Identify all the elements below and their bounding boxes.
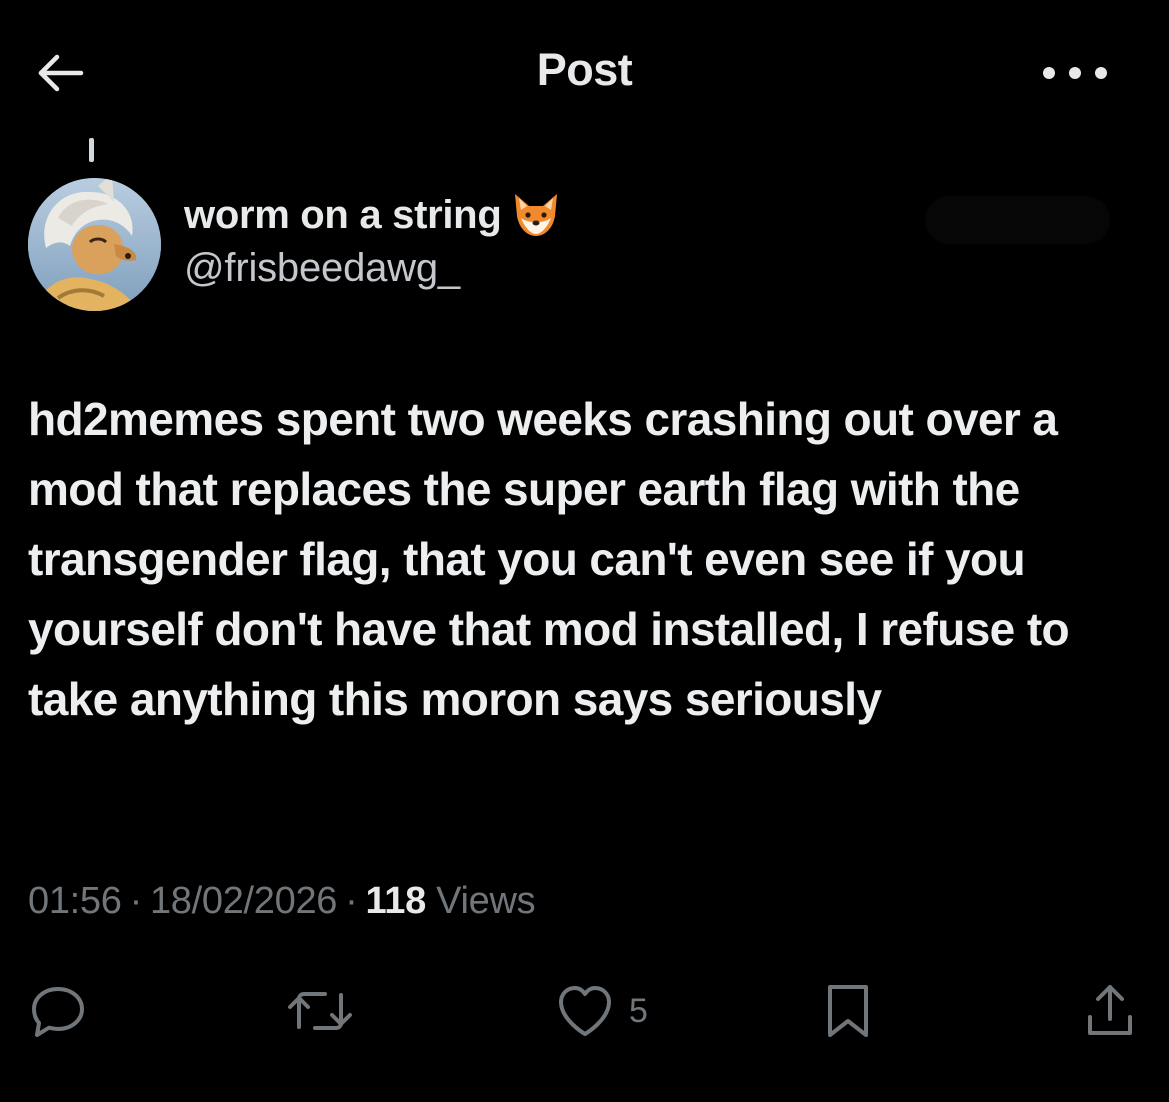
share-icon bbox=[1080, 981, 1140, 1041]
thread-connector-line bbox=[89, 138, 94, 162]
fox-emoji-icon bbox=[511, 192, 561, 238]
repost-icon bbox=[285, 981, 355, 1041]
post-date[interactable]: 18/02/2026 bbox=[150, 880, 337, 922]
top-bar: Post bbox=[0, 0, 1169, 145]
post-text: hd2memes spent two weeks crashing out ov… bbox=[28, 393, 1082, 725]
views-count: 118 bbox=[365, 880, 427, 922]
like-count: 5 bbox=[629, 991, 648, 1030]
bookmark-button[interactable] bbox=[818, 976, 878, 1046]
avatar[interactable] bbox=[28, 178, 161, 311]
views-label: Views bbox=[436, 880, 536, 922]
meta-separator: · bbox=[129, 880, 143, 922]
user-handle[interactable]: @frisbeedawg_ bbox=[184, 246, 460, 291]
page-title: Post bbox=[536, 44, 633, 95]
display-name-row: worm on a string bbox=[184, 192, 561, 238]
more-options-button[interactable] bbox=[1020, 45, 1130, 101]
heart-icon bbox=[555, 982, 615, 1040]
meta-separator: · bbox=[345, 880, 358, 922]
post-meta: 01:56 · 18/02/2026 · 118 Views bbox=[28, 880, 536, 923]
reply-button[interactable] bbox=[28, 976, 88, 1046]
bookmark-icon bbox=[818, 981, 878, 1041]
more-horizontal-icon bbox=[1035, 63, 1115, 83]
reply-icon bbox=[28, 981, 88, 1041]
repost-button[interactable] bbox=[285, 976, 355, 1046]
post-time: 01:56 bbox=[28, 880, 122, 922]
share-button[interactable] bbox=[1080, 976, 1140, 1046]
like-button[interactable]: 5 bbox=[555, 976, 648, 1046]
display-name[interactable]: worm on a string bbox=[184, 193, 502, 238]
follow-button[interactable] bbox=[925, 196, 1110, 244]
action-bar: 5 bbox=[0, 970, 1169, 1050]
